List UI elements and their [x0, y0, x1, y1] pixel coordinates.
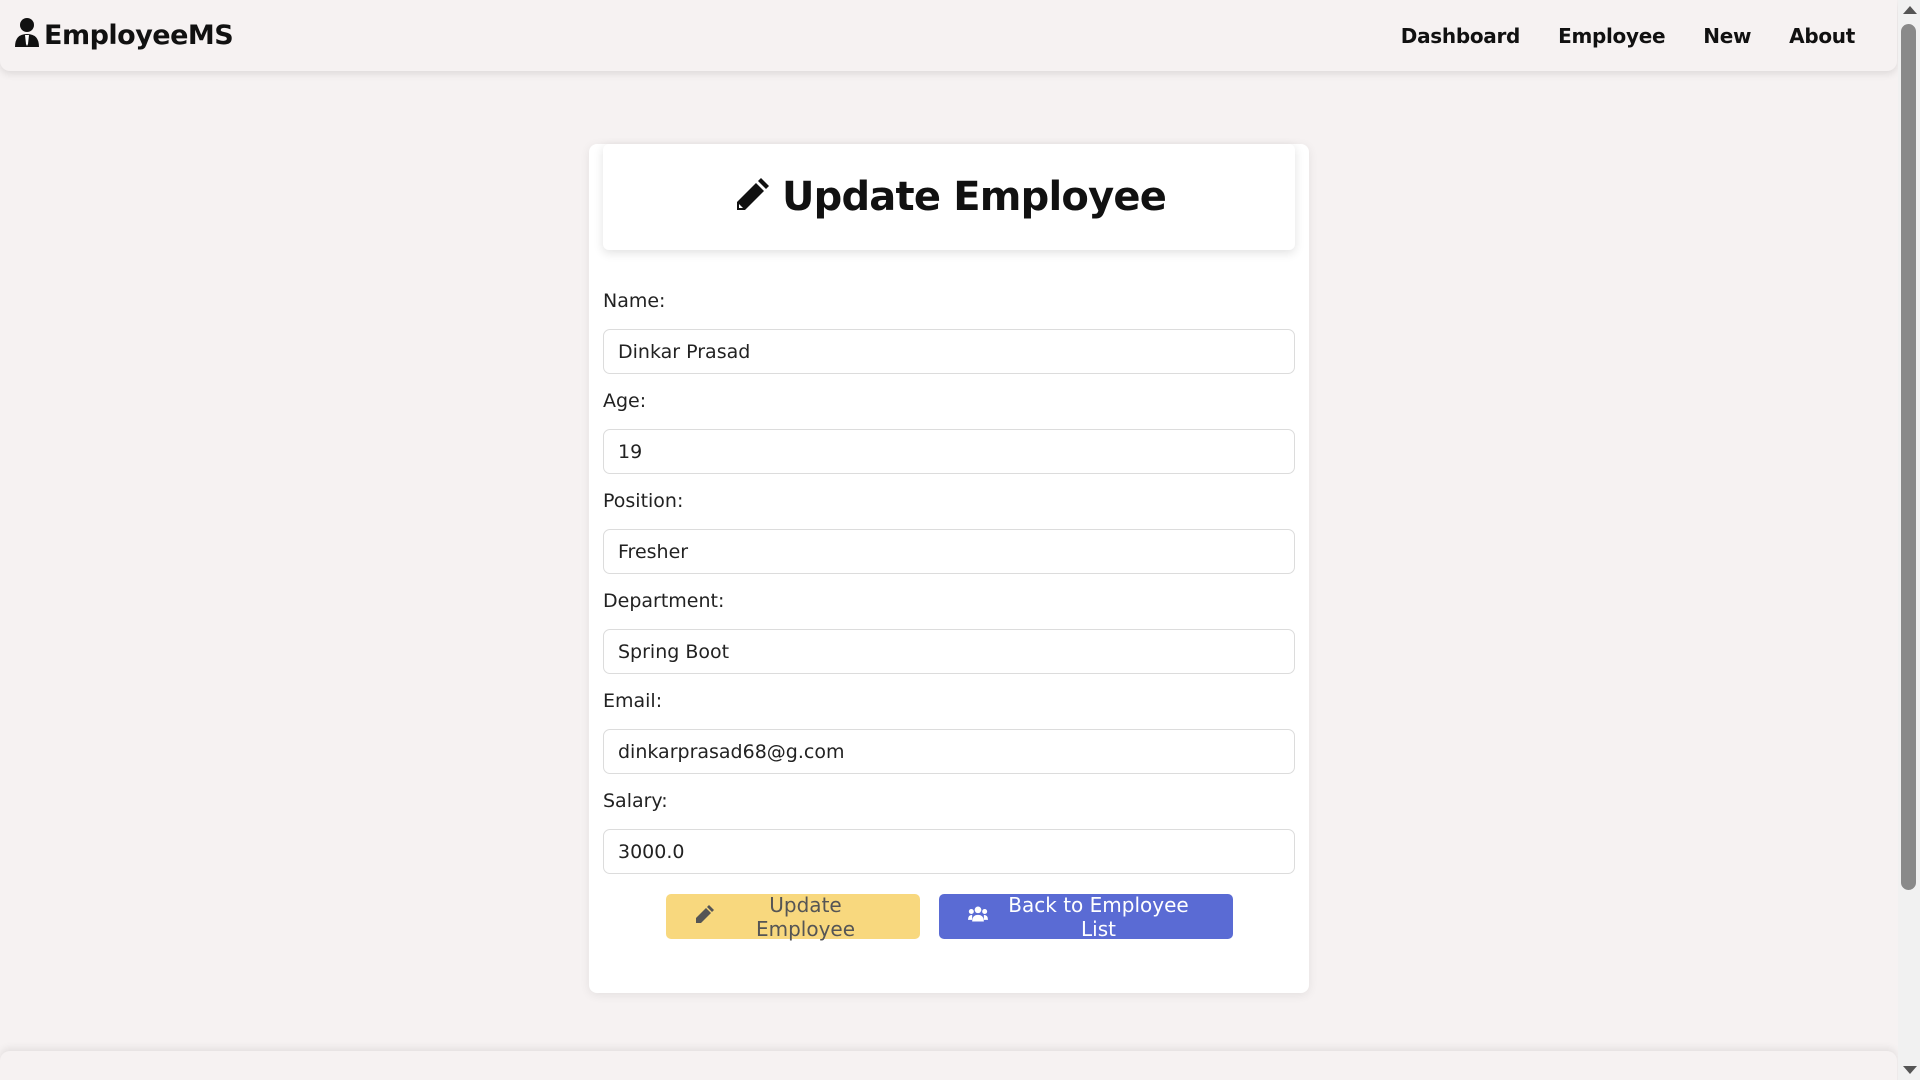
field-salary: Salary: — [603, 789, 1295, 874]
field-name: Name: — [603, 289, 1295, 374]
nav-about[interactable]: About — [1789, 24, 1855, 48]
pencil-icon — [732, 175, 772, 219]
back-to-list-button[interactable]: Back to Employee List — [938, 892, 1233, 941]
back-button-label: Back to Employee List — [1008, 892, 1189, 941]
nav-new[interactable]: New — [1703, 24, 1751, 48]
user-tie-icon — [14, 17, 40, 54]
name-label: Name: — [603, 290, 666, 312]
pencil-icon — [695, 904, 715, 929]
field-department: Department: — [603, 589, 1295, 674]
navbar: EmployeeMS Dashboard Employee New About — [0, 0, 1897, 71]
field-email: Email: — [603, 689, 1295, 774]
scroll-down-arrow-icon[interactable] — [1903, 1066, 1917, 1074]
field-position: Position: — [603, 489, 1295, 574]
field-age: Age: — [603, 389, 1295, 474]
nav-links: Dashboard Employee New About — [1401, 24, 1856, 48]
department-input[interactable] — [603, 629, 1295, 674]
footer — [0, 1051, 1897, 1080]
age-input[interactable] — [603, 429, 1295, 474]
scroll-up-arrow-icon[interactable] — [1903, 6, 1917, 14]
card-header: Update Employee — [603, 144, 1295, 250]
update-employee-card: Update Employee Name: Age: Position: Dep… — [589, 144, 1309, 993]
salary-input[interactable] — [603, 829, 1295, 874]
form-actions: Update Employee Back to Employee List — [603, 892, 1295, 941]
age-label: Age: — [603, 390, 647, 412]
name-input[interactable] — [603, 329, 1295, 374]
brand-name: EmployeeMS — [44, 20, 234, 51]
nav-employee[interactable]: Employee — [1558, 24, 1665, 48]
email-label: Email: — [603, 690, 663, 712]
position-input[interactable] — [603, 529, 1295, 574]
brand[interactable]: EmployeeMS — [14, 17, 234, 54]
update-employee-button[interactable]: Update Employee — [665, 892, 920, 941]
users-icon — [967, 904, 988, 929]
update-button-label: Update Employee — [755, 892, 856, 941]
page-title: Update Employee — [781, 174, 1167, 220]
nav-dashboard[interactable]: Dashboard — [1401, 24, 1521, 48]
salary-label: Salary: — [603, 790, 668, 812]
email-input[interactable] — [603, 729, 1295, 774]
scroll-thumb[interactable] — [1901, 24, 1916, 890]
department-label: Department: — [603, 590, 725, 612]
scrollbar[interactable] — [1898, 0, 1920, 1080]
position-label: Position: — [603, 490, 684, 512]
